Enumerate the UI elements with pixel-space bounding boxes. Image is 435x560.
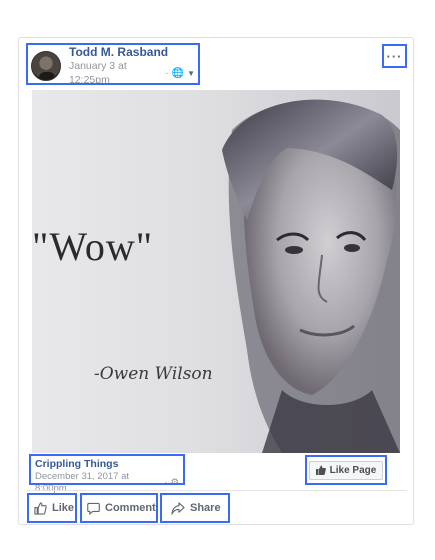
author-avatar[interactable]	[31, 51, 61, 81]
post-timestamp[interactable]: January 3 at 12:25pm	[69, 60, 162, 87]
portrait-illustration	[222, 99, 400, 453]
quote-text: "Wow"	[32, 224, 154, 269]
comment-label: Comment	[105, 502, 156, 514]
actions-divider	[27, 490, 407, 491]
globe-icon[interactable]: 🌐	[172, 67, 184, 80]
share-button[interactable]: Share	[160, 493, 230, 523]
source-timestamp[interactable]: December 31, 2017 at 8:00pm	[35, 471, 161, 495]
meta-separator: ·	[165, 66, 169, 79]
post-actions: Like Comment Share	[19, 493, 415, 523]
gear-icon: ⚙	[170, 477, 179, 489]
post-card: Todd M. Rasband January 3 at 12:25pm · 🌐…	[18, 37, 414, 525]
author-name[interactable]: Todd M. Rasband	[69, 45, 195, 61]
more-options-button[interactable]: ···	[382, 44, 407, 68]
chevron-down-icon[interactable]: ▼	[187, 69, 195, 79]
post-image[interactable]: "Wow" -Owen Wilson	[32, 90, 400, 453]
thumbs-up-icon	[34, 501, 47, 515]
like-page-inner: Like Page	[308, 460, 384, 480]
source-page-name[interactable]: Crippling Things	[35, 458, 179, 471]
post-header[interactable]: Todd M. Rasband January 3 at 12:25pm · 🌐…	[26, 43, 200, 86]
like-button[interactable]: Like	[27, 493, 77, 523]
quote-signature: -Owen Wilson	[94, 364, 213, 384]
like-page-label: Like Page	[329, 464, 377, 476]
share-label: Share	[190, 502, 221, 514]
source-separator: ·	[164, 477, 168, 489]
like-label: Like	[52, 502, 75, 514]
thumbs-up-icon	[315, 465, 326, 475]
share-icon	[171, 501, 185, 515]
source-meta: December 31, 2017 at 8:00pm · ⚙	[35, 471, 179, 495]
shared-source[interactable]: Crippling Things December 31, 2017 at 8:…	[29, 454, 185, 494]
like-page-button[interactable]: Like Page	[305, 455, 387, 485]
comment-button[interactable]: Comment	[80, 493, 158, 523]
comment-icon	[87, 502, 100, 515]
post-meta: January 3 at 12:25pm · 🌐 ▼	[69, 60, 195, 87]
header-text: Todd M. Rasband January 3 at 12:25pm · 🌐…	[69, 45, 195, 88]
more-options-icon: ···	[386, 48, 403, 64]
